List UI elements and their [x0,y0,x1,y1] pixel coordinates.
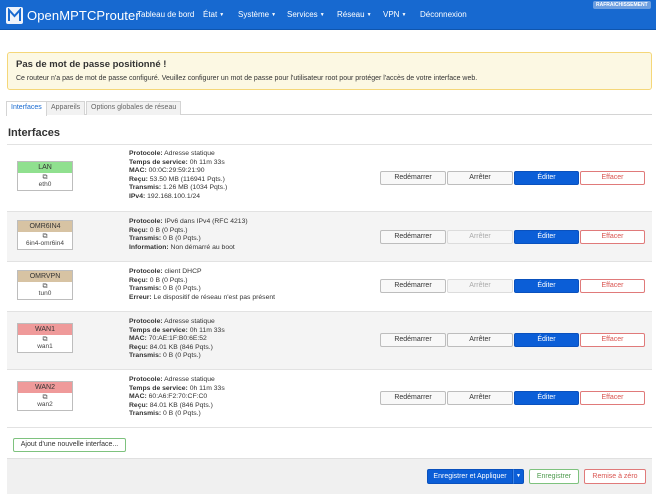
reset-button[interactable]: Remise à zéro [584,469,646,484]
add-interface-button[interactable]: Ajout d'une nouvelle interface... [13,438,126,452]
table-row: WAN1 ⧉ wan1 Protocole: Adresse statique … [7,312,652,370]
interface-device: wan1 [37,343,53,350]
nav-network[interactable]: Réseau ▼ [337,10,372,19]
alert-text: Ce routeur n'a pas de mot de passe confi… [16,75,478,82]
restart-button[interactable]: Redémarrer [380,171,446,185]
nav-status[interactable]: État ▼ [203,10,224,19]
edit-button[interactable]: Éditer [514,333,579,347]
brand-name: OpenMPTCProuter [27,7,140,23]
save-apply-button[interactable]: Enregistrer et Appliquer [427,469,513,484]
restart-button[interactable]: Redémarrer [380,230,446,244]
table-row: OMR6IN4 ⧉ 6in4-omr6in4 Protocole: IPv6 d… [7,212,652,262]
nav-system[interactable]: Système ▼ [238,10,276,19]
stop-button[interactable]: Arrêter [447,333,513,347]
brand[interactable]: OpenMPTCProuter [6,4,140,26]
nav-logout[interactable]: Déconnexion [420,10,467,19]
interface-name: WAN1 [18,324,72,335]
chevron-down-icon: ▼ [516,473,521,479]
chevron-down-icon: ▼ [401,12,407,18]
edit-button[interactable]: Éditer [514,171,579,185]
table-row: WAN2 ⧉ wan2 Protocole: Adresse statique … [7,370,652,428]
interface-device: 6in4-omr6in4 [26,240,64,247]
table-row: LAN ⧉ eth0 Protocole: Adresse statique T… [7,144,652,212]
chevron-down-icon: ▼ [271,12,277,18]
save-apply-dropdown-toggle[interactable]: ▼ [513,469,524,484]
tab-global-network-options[interactable]: Options globales de réseau [86,101,182,115]
tab-interfaces[interactable]: Interfaces [6,101,47,116]
interface-badge-omrvpn: OMRVPN ⧉ tun0 [17,270,73,300]
stop-button[interactable]: Arrêter [447,279,513,293]
interface-badge-lan: LAN ⧉ eth0 [17,161,73,191]
section-title: Interfaces [8,127,60,139]
edit-button[interactable]: Éditer [514,230,579,244]
restart-button[interactable]: Redémarrer [380,279,446,293]
delete-button[interactable]: Effacer [580,391,645,405]
interface-name: LAN [18,162,72,173]
interface-device: wan2 [37,401,53,408]
restart-button[interactable]: Redémarrer [380,333,446,347]
no-password-alert: Pas de mot de passe positionné ! Ce rout… [7,52,652,90]
delete-button[interactable]: Effacer [580,171,645,185]
chevron-down-icon: ▼ [319,12,325,18]
interface-name: OMR6IN4 [18,221,72,232]
tab-bar: Interfaces Appareils Options globales de… [6,100,652,116]
stop-button[interactable]: Arrêter [447,171,513,185]
delete-button[interactable]: Effacer [580,279,645,293]
interface-info: Protocole: Adresse statique Temps de ser… [129,150,228,200]
refresh-badge[interactable]: RAFRAICHISSEMENT [593,1,651,9]
interface-badge-omr6in4: OMR6IN4 ⧉ 6in4-omr6in4 [17,220,73,250]
chevron-down-icon: ▼ [219,12,225,18]
nav-services[interactable]: Services ▼ [287,10,325,19]
chevron-down-icon: ▼ [366,12,372,18]
nav-dashboard[interactable]: Tableau de bord [137,10,194,19]
edit-button[interactable]: Éditer [514,391,579,405]
stop-button[interactable]: Arrêter [447,391,513,405]
delete-button[interactable]: Effacer [580,230,645,244]
edit-button[interactable]: Éditer [514,279,579,293]
openmptcprouter-logo-icon [6,6,23,24]
stop-button[interactable]: Arrêter [447,230,513,244]
page-actions-footer: Enregistrer et Appliquer ▼ Enregistrer R… [7,458,652,494]
tab-devices[interactable]: Appareils [46,101,86,115]
interface-info: Protocole: IPv6 dans IPv4 (RFC 4213) Reç… [129,218,248,251]
interface-badge-wan1: WAN1 ⧉ wan1 [17,323,73,353]
interface-info: Protocole: client DHCP Reçu: 0 B (0 Pqts… [129,268,276,301]
interface-badge-wan2: WAN2 ⧉ wan2 [17,381,73,411]
restart-button[interactable]: Redémarrer [380,391,446,405]
interface-info: Protocole: Adresse statique Temps de ser… [129,318,225,360]
interface-device: tun0 [38,290,52,297]
nav-vpn[interactable]: VPN ▼ [383,10,406,19]
table-row: OMRVPN ⧉ tun0 Protocole: client DHCP Reç… [7,262,652,312]
save-button[interactable]: Enregistrer [529,469,579,484]
interface-name: WAN2 [18,382,72,393]
interface-device: eth0 [38,181,52,188]
alert-title: Pas de mot de passe positionné ! [16,59,167,70]
interface-info: Protocole: Adresse statique Temps de ser… [129,376,225,418]
delete-button[interactable]: Effacer [580,333,645,347]
interface-name: OMRVPN [18,271,72,282]
top-navbar: OpenMPTCProuter Tableau de bord État ▼ Sy… [0,0,656,30]
